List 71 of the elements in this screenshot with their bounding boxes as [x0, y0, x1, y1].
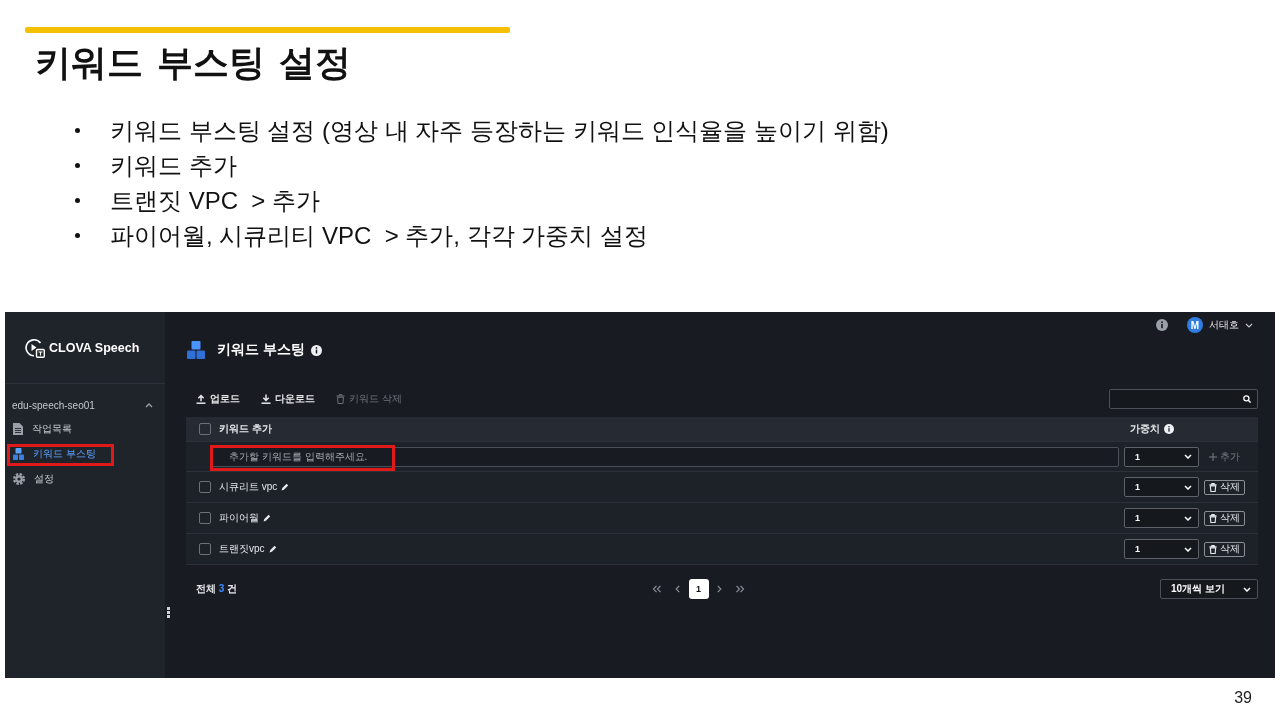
document-icon [13, 422, 23, 435]
sidebar-item[interactable]: 작업목록 [5, 416, 165, 441]
chevron-icon [1184, 454, 1192, 459]
search-field[interactable] [1109, 389, 1258, 409]
chevron-icon [1184, 484, 1192, 490]
weight-select[interactable]: 1 [1124, 446, 1199, 467]
pencil-icon[interactable] [263, 514, 271, 522]
checkbox[interactable] [199, 423, 211, 435]
chevron-right-icon [717, 585, 723, 593]
info-icon[interactable] [310, 344, 322, 356]
bullet-text: 키워드 부스팅 설정 (영상 내 자주 등장하는 키워드 인식율을 높이기 위함) [110, 115, 889, 146]
drag-handle-icon[interactable] [167, 607, 170, 618]
keyword-text: 트랜짓vpc [219, 542, 265, 556]
weight-select[interactable]: 1 [1124, 539, 1199, 559]
stacked-blocks-icon [187, 341, 205, 359]
chevron-left-icon [675, 585, 681, 593]
search-icon [1243, 395, 1251, 403]
bullet-text: 파이어월, 시큐리티 VPC > 추가, 각각 가중치 설정 [110, 220, 649, 251]
checkbox[interactable] [199, 543, 211, 555]
bullet-text: 트랜짓 VPC > 추가 [110, 185, 321, 216]
chevron-icon [1243, 586, 1251, 592]
page-button[interactable]: 1 [688, 579, 709, 599]
keyword-text: 파이어월 [219, 511, 259, 525]
double-chevron-right-icon [736, 585, 746, 593]
upload-icon [196, 394, 206, 404]
plus-icon [1209, 452, 1217, 461]
project-selector[interactable]: edu-speech-seo01 [5, 394, 165, 416]
keyword-text: 시큐리트 vpc [219, 480, 278, 494]
logo-icon [25, 337, 45, 358]
page-number: 39 [1233, 688, 1253, 708]
trash-icon [1209, 544, 1217, 554]
page-size-select[interactable]: 10개씩 보기 [1160, 579, 1258, 599]
weight-select[interactable]: 1 [1124, 477, 1199, 497]
delete-button[interactable]: 삭제 [1204, 510, 1245, 526]
chevron-icon [1184, 515, 1192, 521]
stacked-blocks-icon [13, 447, 24, 460]
info-icon[interactable] [1156, 319, 1168, 331]
double-chevron-left-icon [652, 585, 662, 593]
sidebar-item[interactable]: 키워드 부스팅 [5, 441, 165, 466]
settings-icon [13, 472, 25, 485]
pencil-icon[interactable] [281, 483, 290, 491]
keyword-input[interactable]: 추가할 키워드를 입력해주세요. [211, 446, 1119, 467]
toolbar-button[interactable]: 다운로드 [261, 392, 315, 406]
trash-icon [1209, 482, 1217, 492]
column-header: 가중치 [1130, 422, 1160, 436]
download-icon [261, 394, 271, 404]
checkbox[interactable] [199, 512, 211, 524]
bullet-icon [75, 163, 80, 168]
delete-button[interactable]: 삭제 [1204, 541, 1245, 557]
bullet-icon [75, 198, 80, 203]
delete-button[interactable]: 삭제 [1204, 479, 1245, 495]
slide-title: 키워드 부스팅 설정 [35, 42, 352, 84]
sidebar-item[interactable]: 설정 [5, 466, 165, 491]
logo-text: CLOVA Speech [49, 340, 140, 355]
chevron-icon [1245, 322, 1253, 328]
info-icon[interactable] [1164, 424, 1174, 434]
trash-icon [336, 394, 345, 404]
user-menu[interactable]: M 서태호 [1187, 317, 1253, 333]
checkbox[interactable] [199, 481, 211, 493]
bullet-text: 키워드 추가 [110, 150, 237, 181]
column-header: 키워드 추가 [219, 422, 273, 436]
weight-select[interactable]: 1 [1124, 508, 1199, 528]
avatar-initial: M [1187, 317, 1203, 333]
toolbar-button[interactable]: 업로드 [196, 392, 240, 406]
page-title: 키워드 부스팅 [217, 341, 305, 359]
bullet-icon [75, 233, 80, 238]
bullet-icon [75, 128, 80, 133]
total-count-text: 전체 3 건 [196, 582, 238, 596]
pencil-icon[interactable] [268, 545, 277, 553]
trash-icon [1209, 513, 1217, 523]
chevron-icon [1184, 546, 1192, 552]
